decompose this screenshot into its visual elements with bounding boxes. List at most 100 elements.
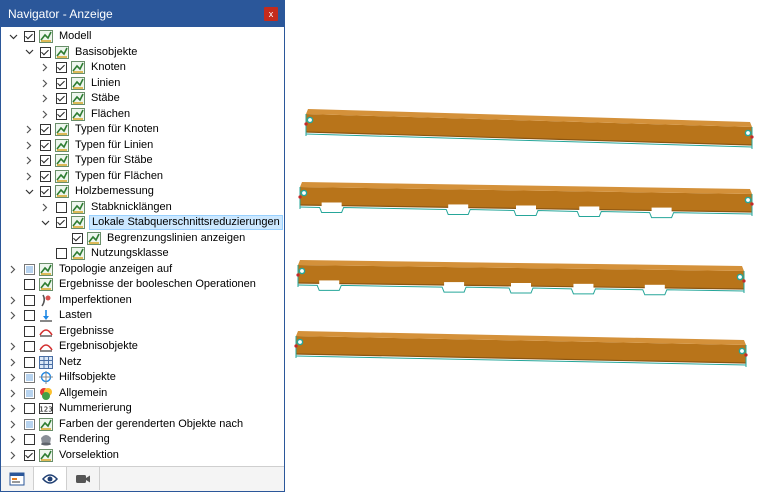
tree-item[interactable]: Allgemein [7, 386, 109, 401]
visibility-checkbox[interactable] [56, 108, 67, 120]
visibility-checkbox[interactable] [24, 449, 35, 461]
visibility-checkbox[interactable] [40, 124, 51, 135]
tree-item[interactable]: Flächen [39, 107, 132, 122]
cross-section-reduction [448, 204, 469, 210]
tree-item[interactable]: Ergebnisse der booleschen Operationen [7, 277, 258, 292]
visibility-checkbox[interactable] [56, 93, 67, 104]
tree-item[interactable]: Ergebnisobjekte [7, 339, 140, 354]
tree-item[interactable]: Vorselektion [7, 448, 121, 463]
tree-item[interactable]: Ergebnisse [7, 324, 116, 339]
tree-item-label: Ergebnisobjekte [59, 340, 138, 352]
expand-chevron-icon[interactable] [23, 169, 35, 184]
data-tab-tab[interactable] [1, 467, 34, 490]
visibility-checkbox[interactable] [24, 356, 35, 368]
visibility-checkbox[interactable] [56, 62, 67, 73]
collapse-chevron-icon[interactable] [39, 215, 51, 230]
expand-chevron-icon[interactable] [23, 153, 35, 168]
expand-chevron-icon[interactable] [7, 432, 19, 447]
tree-item[interactable]: Lasten [7, 308, 94, 323]
expand-chevron-icon[interactable] [7, 417, 19, 432]
visibility-checkbox[interactable] [24, 325, 35, 337]
tree-item[interactable]: Topologie anzeigen auf [7, 262, 174, 277]
visibility-checkbox[interactable] [24, 310, 35, 321]
visibility-checkbox[interactable] [56, 217, 67, 228]
tree-item-label: Hilfsobjekte [59, 371, 116, 383]
tree-item[interactable]: Modell [7, 29, 93, 44]
tree-item-label: Topologie anzeigen auf [59, 262, 173, 275]
expand-chevron-icon[interactable] [7, 386, 19, 401]
tree-item[interactable]: Stabknicklängen [39, 200, 174, 215]
expand-chevron-icon[interactable] [39, 91, 51, 106]
visibility-checkbox[interactable] [24, 372, 35, 383]
expand-chevron-icon[interactable] [39, 76, 51, 91]
expand-chevron-icon[interactable] [7, 293, 19, 308]
expand-chevron-icon[interactable] [23, 138, 35, 153]
tree-item[interactable]: Rendering [7, 432, 112, 447]
expand-chevron-icon[interactable] [39, 200, 51, 215]
collapse-chevron-icon[interactable] [23, 45, 35, 60]
model-viewport[interactable] [286, 0, 760, 494]
tree-item[interactable]: Typen für Flächen [23, 169, 165, 184]
expand-chevron-icon[interactable] [7, 339, 19, 354]
tree-item[interactable]: Imperfektionen [7, 293, 134, 308]
expand-chevron-icon[interactable] [7, 448, 19, 463]
collapse-chevron-icon[interactable] [23, 184, 35, 199]
load-icon [39, 309, 53, 322]
tree-item-label: Ergebnisse [59, 324, 115, 337]
tree-item-label: Stabknicklängen [91, 200, 172, 213]
views-camera-tab[interactable] [67, 467, 100, 490]
visibility-checkbox[interactable] [56, 201, 67, 213]
visibility-checkbox[interactable] [24, 279, 35, 290]
visibility-checkbox[interactable] [24, 294, 35, 306]
tree-item[interactable]: Stäbe [39, 91, 122, 106]
visibility-checkbox[interactable] [40, 155, 51, 166]
tree-item[interactable]: Knoten [39, 60, 128, 75]
data-tab-icon [9, 472, 25, 486]
expand-chevron-icon[interactable] [39, 60, 51, 75]
tree-item[interactable]: Basisobjekte [23, 45, 139, 60]
expand-chevron-icon[interactable] [23, 122, 35, 137]
tree-item[interactable]: Typen für Knoten [23, 122, 161, 137]
visibility-checkbox[interactable] [40, 186, 51, 197]
expand-chevron-icon[interactable] [7, 370, 19, 385]
expand-chevron-icon[interactable] [7, 355, 19, 370]
tree-item-label: Typen für Knoten [75, 123, 159, 135]
visibility-checkbox[interactable] [24, 341, 35, 352]
tree-item[interactable]: Lokale Stabquerschnittsreduzierungen [39, 215, 283, 230]
tree-item[interactable]: Begrenzungslinien anzeigen [55, 231, 247, 246]
visibility-checkbox[interactable] [72, 232, 83, 244]
visibility-checkbox[interactable] [40, 170, 51, 182]
expand-chevron-icon[interactable] [7, 262, 19, 277]
tree-item[interactable]: 123 Nummerierung [7, 401, 134, 416]
tree-item[interactable]: Hilfsobjekte [7, 370, 118, 385]
visibility-checkbox[interactable] [24, 418, 35, 430]
visibility-checkbox[interactable] [24, 387, 35, 399]
collapse-chevron-icon[interactable] [7, 29, 19, 44]
visibility-checkbox[interactable] [24, 31, 35, 42]
expand-chevron-icon[interactable] [7, 308, 19, 323]
close-button[interactable]: x [264, 7, 278, 21]
tree-item[interactable]: Typen für Linien [23, 138, 155, 153]
visibility-checkbox[interactable] [24, 403, 35, 414]
tree-item[interactable]: Farben der gerenderten Objekte nach [7, 417, 245, 432]
visibility-checkbox[interactable] [56, 248, 67, 259]
model-icon [55, 154, 69, 167]
tree-item[interactable]: Netz [7, 355, 84, 370]
rendering-icon [39, 433, 53, 446]
expand-chevron-icon[interactable] [7, 401, 19, 416]
tree-item[interactable]: Linien [39, 76, 122, 91]
tree-item[interactable]: Nutzungsklasse [39, 246, 171, 261]
expand-chevron-icon[interactable] [39, 107, 51, 122]
display-eye-tab[interactable] [34, 467, 67, 490]
tree-item[interactable]: Holzbemessung [23, 184, 156, 199]
tree-item-label: Typen für Flächen [75, 169, 164, 182]
visibility-checkbox[interactable] [56, 77, 67, 89]
navigator-panel: Navigator - Anzeige x Modell Basisobjekte… [0, 0, 285, 492]
visibility-checkbox[interactable] [24, 434, 35, 445]
tree-item[interactable]: Typen für Stäbe [23, 153, 155, 168]
visibility-checkbox[interactable] [40, 46, 51, 58]
visibility-checkbox[interactable] [24, 263, 35, 275]
tree-item-label: Nummerierung [59, 402, 132, 414]
visibility-checkbox[interactable] [40, 139, 51, 151]
